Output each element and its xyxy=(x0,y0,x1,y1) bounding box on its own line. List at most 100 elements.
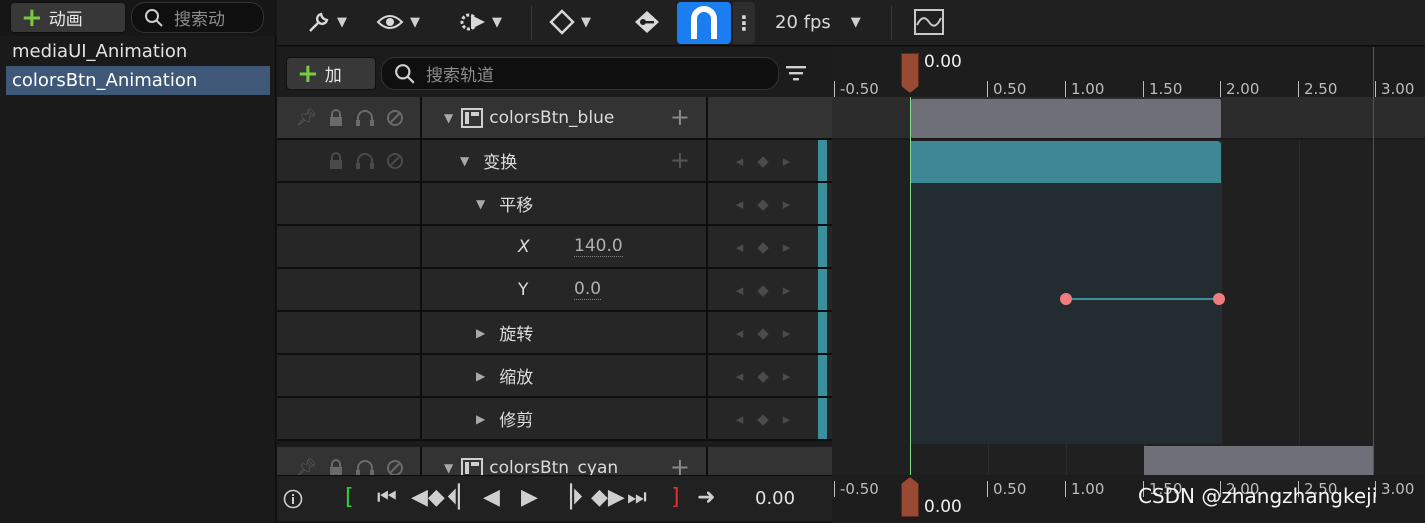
chevron-down-icon: ▼ xyxy=(850,14,861,30)
loop-icon[interactable]: ➜ xyxy=(697,486,715,510)
key-navigation: ◂ ◆ ▸ xyxy=(706,269,818,310)
add-key-icon[interactable]: ◆ xyxy=(757,410,769,428)
y-value-field[interactable]: 0.0 xyxy=(574,279,602,300)
next-key-icon[interactable]: ▸ xyxy=(783,195,791,213)
track-color-stripe xyxy=(818,312,827,353)
next-key-icon[interactable]: ▸ xyxy=(783,367,791,385)
add-key-icon[interactable]: ◆ xyxy=(757,324,769,342)
snapping-toggle-button[interactable] xyxy=(677,2,731,44)
prev-key-icon[interactable]: ◂ xyxy=(736,324,744,342)
lock-icon[interactable] xyxy=(328,108,344,127)
track-row-scale[interactable]: ▶ 缩放 ◂ ◆ ▸ xyxy=(277,355,832,398)
add-track-button[interactable]: + 加 xyxy=(286,57,376,90)
view-menu-button[interactable]: ▼ xyxy=(376,0,420,44)
animation-item-mediaui[interactable]: mediaUI_Animation xyxy=(6,37,270,66)
framerate-menu-button[interactable]: 20 fps ▼ xyxy=(775,0,861,44)
track-name: 旋转 xyxy=(499,325,534,345)
track-row-rotation[interactable]: ▶ 旋转 ◂ ◆ ▸ xyxy=(277,312,832,355)
collapsed-triangle-icon[interactable]: ▶ xyxy=(476,326,485,340)
add-section-button[interactable]: + xyxy=(670,140,690,181)
track-row-translation[interactable]: ▼ 平移 ◂ ◆ ▸ xyxy=(277,183,832,226)
prev-key-icon[interactable]: ◂ xyxy=(736,152,744,170)
step-back-icon[interactable]: ⏴▏ xyxy=(447,486,475,510)
next-key-icon[interactable]: ▸ xyxy=(783,410,791,428)
track-row-transform[interactable]: ▼ 变换 + ◂ ◆ ▸ xyxy=(277,140,832,183)
expand-triangle-icon[interactable]: ▼ xyxy=(444,461,453,475)
track-row-colorsbtn-blue[interactable]: 📌︎ ▼ colorsBtn_blue + xyxy=(277,97,832,140)
track-search-input[interactable]: 搜索轨道 xyxy=(381,57,779,90)
set-start-icon[interactable]: [ xyxy=(345,486,354,510)
prev-key-icon[interactable]: ◂ xyxy=(736,281,744,299)
add-property-button[interactable]: + xyxy=(670,447,690,475)
mute-icon[interactable] xyxy=(386,459,404,476)
key-navigation: ◂ ◆ ▸ xyxy=(706,183,818,224)
autokey-button[interactable] xyxy=(633,0,661,44)
add-key-icon[interactable]: ◆ xyxy=(757,195,769,213)
headphones-icon[interactable] xyxy=(355,459,375,476)
playhead-handle-bottom[interactable] xyxy=(901,477,919,517)
playhead-handle[interactable] xyxy=(901,53,919,93)
next-key-icon[interactable]: ▸ xyxy=(783,238,791,256)
jump-to-end-icon[interactable]: ⏭ xyxy=(627,486,647,510)
tools-menu-button[interactable]: ▼ xyxy=(307,0,347,44)
object-binding-bar[interactable] xyxy=(911,99,1221,138)
track-row-x[interactable]: X 140.0 ◂ ◆ ▸ xyxy=(277,226,832,269)
info-icon[interactable] xyxy=(283,489,303,509)
add-animation-button[interactable]: + 动画 xyxy=(10,2,126,33)
track-color-stripe xyxy=(818,226,827,267)
keyframe-dot[interactable] xyxy=(1060,293,1072,305)
playback-options-button[interactable]: ▼ xyxy=(458,0,502,44)
play-reverse-icon[interactable]: ◀ xyxy=(483,486,500,510)
lock-icon[interactable] xyxy=(328,151,344,170)
next-key-icon[interactable]: ▸ xyxy=(783,281,791,299)
expand-triangle-icon[interactable]: ▼ xyxy=(476,197,485,211)
mute-icon[interactable] xyxy=(386,109,404,127)
tick-label: 3.00 xyxy=(1375,481,1414,497)
jump-to-start-icon[interactable]: ⏮ xyxy=(377,486,397,510)
prev-key-icon[interactable]: ◂ xyxy=(736,410,744,428)
animation-search-input[interactable]: 搜索动 xyxy=(131,2,264,33)
expand-triangle-icon[interactable]: ▼ xyxy=(460,154,469,168)
expand-triangle-icon[interactable]: ▼ xyxy=(444,111,453,125)
add-key-icon[interactable]: ◆ xyxy=(757,238,769,256)
track-row-y[interactable]: Y 0.0 ◂ ◆ ▸ xyxy=(277,269,832,312)
transport-time[interactable]: 0.00 xyxy=(755,488,795,509)
keyframe-dot[interactable] xyxy=(1213,293,1225,305)
track-color-stripe xyxy=(818,269,827,310)
add-key-icon[interactable]: ◆ xyxy=(757,367,769,385)
snapping-options-button[interactable]: ⋮ xyxy=(733,2,755,44)
object-binding-bar-cyan[interactable] xyxy=(1144,446,1374,477)
key-options-button[interactable]: ▼ xyxy=(549,0,591,44)
add-property-button[interactable]: + xyxy=(670,97,690,138)
transform-section[interactable] xyxy=(911,141,1221,183)
pin-icon[interactable]: 📌︎ xyxy=(295,108,317,128)
prev-key-icon[interactable]: ◂ xyxy=(736,367,744,385)
magnet-icon xyxy=(691,6,717,39)
mute-icon[interactable] xyxy=(386,152,404,170)
set-end-icon[interactable]: ] xyxy=(671,486,680,510)
prev-key-icon[interactable]: ◀◆ xyxy=(411,486,445,510)
filter-icon[interactable] xyxy=(785,63,807,83)
x-value-field[interactable]: 140.0 xyxy=(574,236,623,257)
step-forward-icon[interactable]: ▕⏵ xyxy=(555,486,583,510)
headphones-icon[interactable] xyxy=(355,152,375,170)
curve-editor-button[interactable] xyxy=(914,0,944,44)
play-icon[interactable]: ▶ xyxy=(521,486,538,510)
track-row-shear[interactable]: ▶ 修剪 ◂ ◆ ▸ xyxy=(277,398,832,441)
time-ruler-top[interactable]: -0.50 0.50 1.00 1.50 2.00 2.50 3.00 0.00 xyxy=(832,47,1425,97)
next-key-icon[interactable]: ▸ xyxy=(783,152,791,170)
pin-icon[interactable]: 📌︎ xyxy=(295,458,317,476)
playback-end-line xyxy=(1373,47,1374,523)
collapsed-triangle-icon[interactable]: ▶ xyxy=(476,412,485,426)
collapsed-triangle-icon[interactable]: ▶ xyxy=(476,369,485,383)
next-key-icon[interactable]: ▸ xyxy=(783,324,791,342)
prev-key-icon[interactable]: ◂ xyxy=(736,195,744,213)
track-row-colorsbtn-cyan[interactable]: 📌︎ ▼ colorsBtn_cyan + xyxy=(277,447,832,475)
next-key-icon[interactable]: ◆▶ xyxy=(591,486,625,510)
prev-key-icon[interactable]: ◂ xyxy=(736,238,744,256)
lock-icon[interactable] xyxy=(328,458,344,476)
add-key-icon[interactable]: ◆ xyxy=(757,152,769,170)
headphones-icon[interactable] xyxy=(355,109,375,127)
animation-item-colorsbtn[interactable]: colorsBtn_Animation xyxy=(6,66,270,95)
add-key-icon[interactable]: ◆ xyxy=(757,281,769,299)
